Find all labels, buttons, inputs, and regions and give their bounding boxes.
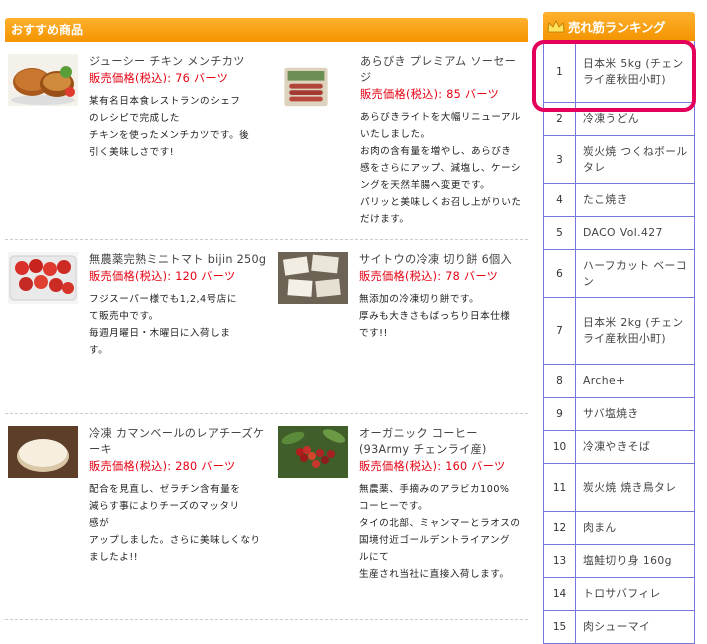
section-title: おすすめ商品 xyxy=(5,18,528,42)
product-name[interactable]: 冷凍 カマンベールのレアチーズケーキ xyxy=(89,426,271,458)
ranking-item[interactable]: 7 日本米 2kg (チェンライ産秋田小町) xyxy=(544,298,695,365)
ranking-header: 売れ筋ランキング xyxy=(543,12,695,41)
rank-number: 7 xyxy=(544,298,576,364)
product-name[interactable]: オーガニック コーヒー (93Army チェンライ産) xyxy=(359,426,524,458)
cheesecake-image[interactable] xyxy=(8,426,78,478)
rank-item-name[interactable]: トロサバフィレ xyxy=(576,578,694,610)
product-description: 無農薬、手摘みのアラビカ100% コーヒーです。 タイの北部、ミャンマーとラオス… xyxy=(359,484,521,580)
product-price: 販売価格(税込): 78 バーツ xyxy=(359,270,499,283)
rank-item-name[interactable]: 炭火焼 焼き鳥タレ xyxy=(576,464,694,511)
rank-item-name[interactable]: たこ焼き xyxy=(576,184,694,216)
rank-item-name[interactable]: 日本米 2kg (チェンライ産秋田小町) xyxy=(576,298,694,364)
rank-number: 3 xyxy=(544,136,576,183)
product-description: フジスーパー様でも1,2,4号店に て販売中です。 毎週月曜日・木曜日に入荷しま… xyxy=(89,294,237,356)
rank-number: 9 xyxy=(544,398,576,430)
product-row: 無農薬完熟ミニトマト bijin 250g 販売価格(税込): 120 バーツ … xyxy=(5,240,528,414)
ranking-item[interactable]: 5 DACO Vol.427 xyxy=(544,217,695,250)
rank-item-name[interactable]: ハーフカット ベーコン xyxy=(576,250,694,297)
ranking-item[interactable]: 10 冷凍やきそば xyxy=(544,431,695,464)
product-card[interactable]: ジューシー チキン メンチカツ 販売価格(税込): 76 バーツ 某有名日本食レ… xyxy=(5,42,275,239)
ranking-title: 売れ筋ランキング xyxy=(568,20,666,35)
rank-number: 15 xyxy=(544,611,576,643)
rank-item-name[interactable]: 冷凍やきそば xyxy=(576,431,694,463)
product-price: 販売価格(税込): 120 バーツ xyxy=(89,270,236,283)
rank-number: 5 xyxy=(544,217,576,249)
coffee-cherry-image[interactable] xyxy=(278,426,348,478)
rank-number: 6 xyxy=(544,250,576,297)
rank-number: 11 xyxy=(544,464,576,511)
recommended-products: おすすめ商品 ジューシー チキン メンチカツ 販売価格(税込): 76 バーツ … xyxy=(5,18,528,620)
ranking-item[interactable]: 13 塩鮭切り身 160g xyxy=(544,545,695,578)
ranking-list: 1 日本米 5kg (チェンライ産秋田小町) 2 冷凍うどん 3 炭火焼 つくねボール… xyxy=(543,41,695,644)
product-price: 販売価格(税込): 76 バーツ xyxy=(89,72,229,85)
product-name[interactable]: サイトウの冷凍 切り餅 6個入 xyxy=(359,252,524,268)
menchi-katsu-image[interactable] xyxy=(8,54,78,106)
ranking-item[interactable]: 6 ハーフカット ベーコン xyxy=(544,250,695,298)
product-card[interactable]: 冷凍 カマンベールのレアチーズケーキ 販売価格(税込): 280 バーツ 配合を… xyxy=(5,414,275,619)
product-card[interactable]: 無農薬完熟ミニトマト bijin 250g 販売価格(税込): 120 バーツ … xyxy=(5,240,275,413)
ranking-item[interactable]: 12 肉まん xyxy=(544,512,695,545)
rank-item-name[interactable]: 肉まん xyxy=(576,512,694,544)
ranking-item[interactable]: 14 トロサバフィレ xyxy=(544,578,695,611)
rank-number: 14 xyxy=(544,578,576,610)
product-description: 某有名日本食レストランのシェフ のレシピで完成した チキンを使ったメンチカツです… xyxy=(89,96,250,158)
product-name[interactable]: 無農薬完熟ミニトマト bijin 250g xyxy=(89,252,271,268)
rank-item-name[interactable]: 塩鮭切り身 160g xyxy=(576,545,694,577)
product-card[interactable]: サイトウの冷凍 切り餅 6個入 販売価格(税込): 78 バーツ 無添加の冷凍切… xyxy=(275,240,528,413)
ranking-item[interactable]: 15 肉シューマイ xyxy=(544,611,695,644)
rank-number: 10 xyxy=(544,431,576,463)
ranking-item[interactable]: 11 炭火焼 焼き鳥タレ xyxy=(544,464,695,512)
crown-icon xyxy=(547,19,565,32)
product-price: 販売価格(税込): 160 バーツ xyxy=(359,460,506,473)
product-card[interactable]: あらびき プレミアム ソーセージ 販売価格(税込): 85 バーツ あらびきライ… xyxy=(275,42,528,239)
ranking-item[interactable]: 3 炭火焼 つくねボールタレ xyxy=(544,136,695,184)
tomato-image[interactable] xyxy=(8,252,78,304)
product-name[interactable]: あらびき プレミアム ソーセージ xyxy=(360,54,524,86)
rank-item-name[interactable]: サバ塩焼き xyxy=(576,398,694,430)
rank-number: 8 xyxy=(544,365,576,397)
rank-item-name[interactable]: Arche+ xyxy=(576,365,694,397)
product-name[interactable]: ジューシー チキン メンチカツ xyxy=(89,54,271,70)
product-row: 冷凍 カマンベールのレアチーズケーキ 販売価格(税込): 280 バーツ 配合を… xyxy=(5,414,528,620)
mochi-image[interactable] xyxy=(278,252,348,304)
rank-number: 13 xyxy=(544,545,576,577)
rank-item-name[interactable]: 炭火焼 つくねボールタレ xyxy=(576,136,694,183)
product-card[interactable]: オーガニック コーヒー (93Army チェンライ産) 販売価格(税込): 16… xyxy=(275,414,528,619)
sausage-image[interactable] xyxy=(278,54,334,120)
product-description: 無添加の冷凍切り餅です。 厚みも大きさもばっちり日本仕様 です!! xyxy=(359,294,511,339)
rank-number: 4 xyxy=(544,184,576,216)
product-price: 販売価格(税込): 280 バーツ xyxy=(89,460,236,473)
highlight-box xyxy=(532,40,696,112)
product-row: ジューシー チキン メンチカツ 販売価格(税込): 76 バーツ 某有名日本食レ… xyxy=(5,42,528,240)
rank-item-name[interactable]: DACO Vol.427 xyxy=(576,217,694,249)
product-price: 販売価格(税込): 85 バーツ xyxy=(360,88,500,101)
product-description: 配合を見直し、ゼラチン含有量を 減らす事によりチーズのマッタリ 感が アップしま… xyxy=(89,484,261,563)
ranking-item[interactable]: 4 たこ焼き xyxy=(544,184,695,217)
rank-number: 12 xyxy=(544,512,576,544)
product-description: あらびきライトを大幅リニューアル いたしました。 お肉の含有量を増やし、あらびき… xyxy=(360,112,522,225)
rank-item-name[interactable]: 肉シューマイ xyxy=(576,611,694,643)
ranking-item[interactable]: 9 サバ塩焼き xyxy=(544,398,695,431)
ranking-item[interactable]: 8 Arche+ xyxy=(544,365,695,398)
